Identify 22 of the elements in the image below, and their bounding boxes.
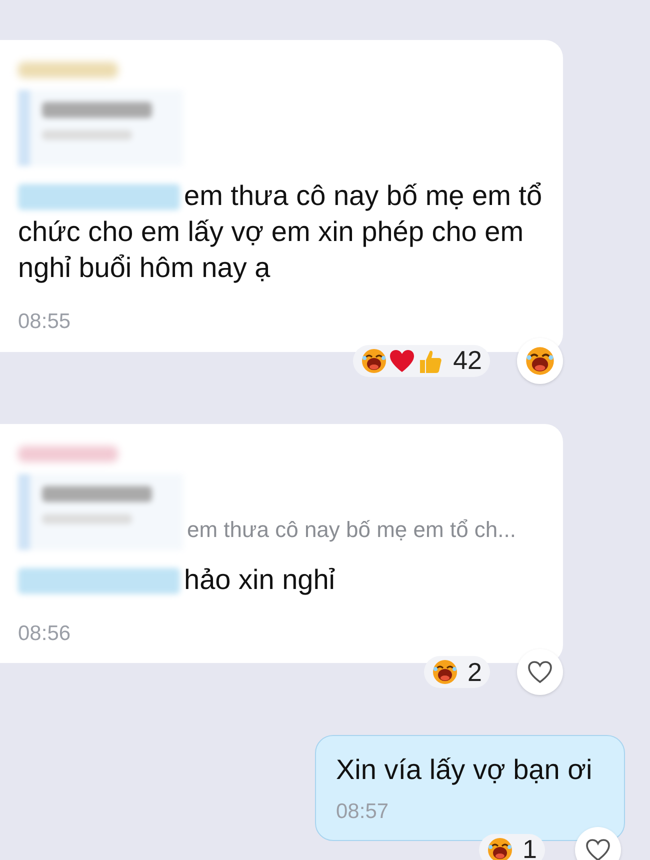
heart-icon (585, 838, 611, 860)
laughing-emoji-icon (432, 659, 458, 685)
message-text: em thưa cô nay bố mẹ em tổ chức cho em lấy vợ em xin phép cho em nghỉ buổi hôm nay ạ (18, 179, 544, 285)
laughing-emoji-icon (525, 346, 555, 376)
laughing-emoji-icon (486, 836, 513, 860)
reaction-count: 1 (522, 833, 537, 860)
message-text: hảo xin nghỉ (183, 562, 336, 597)
reaction-summary[interactable]: 2 (424, 656, 490, 688)
reaction-count: 42 (453, 344, 482, 377)
message-time: 08:57 (336, 799, 390, 825)
message-text: Xin vía lấy vợ bạn ơi (336, 753, 592, 787)
heart-icon (527, 660, 553, 684)
reaction-summary[interactable]: 1 (478, 834, 545, 860)
reaction-summary[interactable]: 42 (353, 344, 490, 376)
laughing-emoji-icon (361, 348, 388, 374)
react-button[interactable] (517, 649, 563, 695)
react-button[interactable] (517, 338, 563, 384)
heart-emoji-icon (389, 348, 416, 372)
quoted-text: em thưa cô nay bố mẹ em tổ ch... (187, 516, 516, 544)
message-time: 08:55 (18, 309, 72, 335)
reaction-count: 2 (468, 656, 482, 688)
message-time: 08:56 (18, 620, 72, 646)
